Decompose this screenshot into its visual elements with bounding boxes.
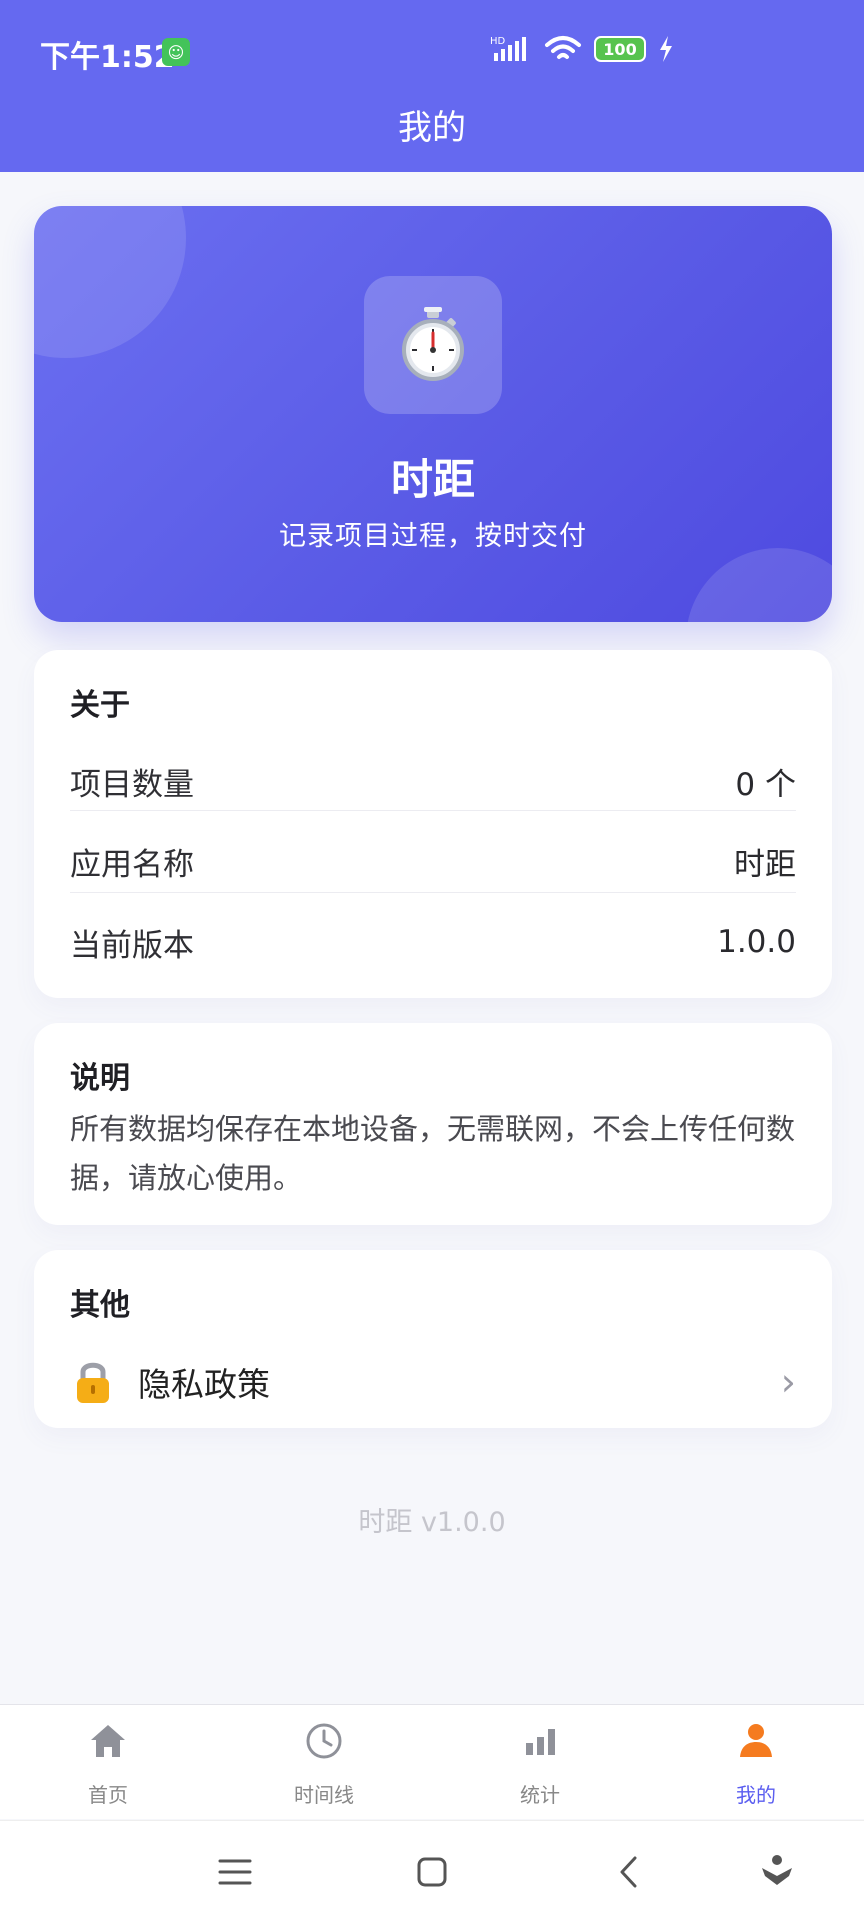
- bottom-tab-bar: 首页 时间线 统计 我的: [0, 1704, 864, 1819]
- privacy-policy-row[interactable]: 隐私政策 ›: [70, 1342, 796, 1422]
- project-count-row: 项目数量 0 个: [70, 741, 796, 821]
- decorative-bubble: [686, 548, 832, 622]
- description-card: 说明 所有数据均保存在本地设备，无需联网，不会上传任何数据，请放心使用。: [34, 1023, 832, 1225]
- app-summary-card: 时距 记录项目过程，按时交付: [34, 206, 832, 622]
- decorative-bubble: [34, 206, 186, 358]
- top-app-bar: 下午1:52 ☺ HD 100 我的: [0, 0, 864, 172]
- bar-chart-icon: [526, 1729, 555, 1755]
- status-bar: 下午1:52 ☺ HD 100: [0, 0, 864, 100]
- tab-statistics-label: 统计: [520, 1783, 560, 1807]
- chevron-right-icon: ›: [780, 1360, 796, 1404]
- system-navigation-bar: [0, 1820, 864, 1920]
- tab-timeline[interactable]: 时间线: [216, 1705, 432, 1820]
- lock-icon: [77, 1362, 109, 1403]
- privacy-policy-label: 隐私政策: [138, 1365, 270, 1404]
- project-count-label: 项目数量: [70, 766, 194, 803]
- home-icon: [91, 1725, 125, 1757]
- tab-profile-label: 我的: [736, 1783, 776, 1807]
- project-count-value: 0 个: [735, 766, 796, 803]
- version-label: 当前版本: [70, 927, 194, 964]
- version-value: 1.0.0: [717, 924, 796, 960]
- notification-app-icon: ☺: [162, 38, 190, 66]
- tab-home[interactable]: 首页: [0, 1705, 216, 1820]
- description-title: 说明: [70, 1061, 130, 1096]
- tab-home-label: 首页: [88, 1783, 128, 1807]
- status-icons: HD 100: [490, 34, 674, 64]
- status-time: 下午1:52: [40, 40, 175, 75]
- battery-indicator: 100: [594, 36, 646, 62]
- app-tagline: 记录项目过程，按时交付: [279, 521, 587, 552]
- other-title: 其他: [70, 1288, 130, 1323]
- menu-icon[interactable]: [214, 1851, 256, 1893]
- svg-text:HD: HD: [490, 36, 506, 47]
- other-card: 其他 隐私政策 ›: [34, 1250, 832, 1428]
- about-title: 关于: [70, 688, 130, 723]
- wifi-icon: [545, 36, 581, 59]
- app-version-footer: 时距 v1.0.0: [358, 1507, 506, 1538]
- stopwatch-icon-tile: [364, 276, 502, 414]
- assistant-icon[interactable]: [756, 1851, 798, 1893]
- page-title: 我的: [398, 108, 466, 148]
- app-name: 时距: [390, 455, 475, 504]
- charging-icon: [660, 36, 672, 62]
- version-row: 当前版本 1.0.0: [70, 902, 796, 982]
- back-icon[interactable]: [608, 1851, 650, 1893]
- stopwatch-icon: [402, 307, 464, 381]
- about-card: 关于 项目数量 0 个 应用名称 时距 当前版本 1.0.0: [34, 650, 832, 998]
- app-name-value: 时距: [734, 846, 796, 883]
- home-square-icon[interactable]: [411, 1851, 453, 1893]
- app-name-label: 应用名称: [70, 846, 194, 883]
- tab-profile[interactable]: 我的: [648, 1705, 864, 1820]
- cellular-signal-icon: HD: [490, 36, 526, 61]
- description-text: 所有数据均保存在本地设备，无需联网，不会上传任何数据，请放心使用。: [70, 1112, 796, 1195]
- tab-timeline-label: 时间线: [294, 1783, 354, 1807]
- tab-statistics[interactable]: 统计: [432, 1705, 648, 1820]
- user-icon: [740, 1724, 772, 1757]
- row-divider: [70, 892, 796, 893]
- app-name-row: 应用名称 时距: [70, 821, 796, 901]
- clock-icon: [306, 1723, 342, 1759]
- row-divider: [70, 810, 796, 811]
